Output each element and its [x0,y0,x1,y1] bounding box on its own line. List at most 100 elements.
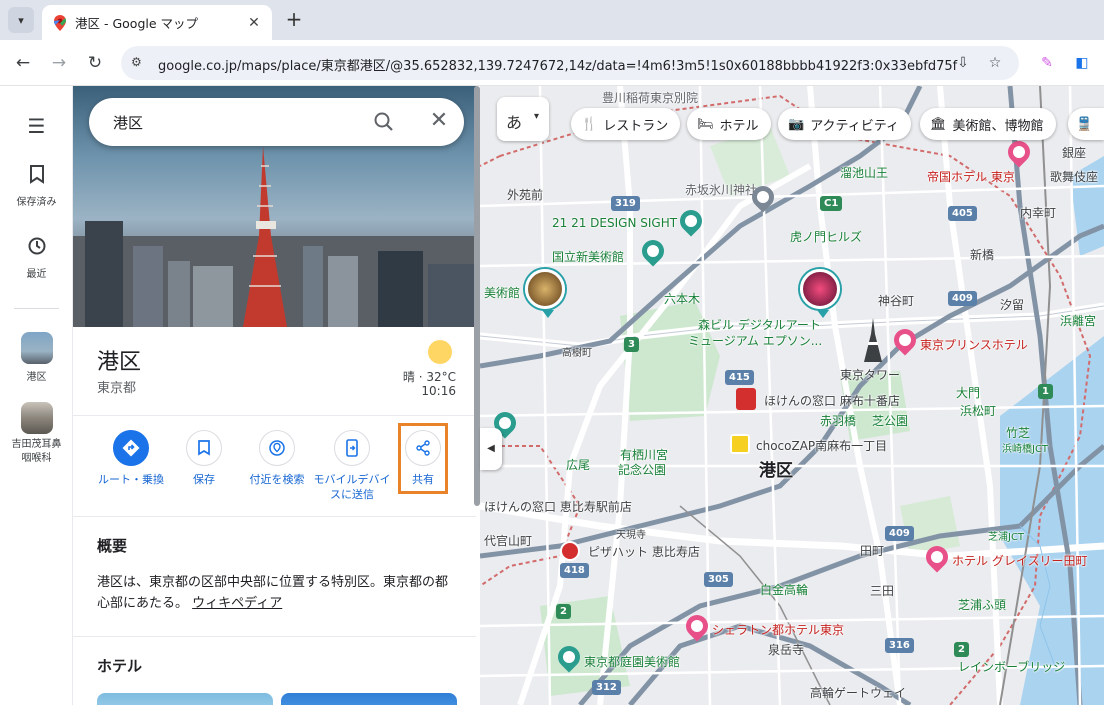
map-label[interactable]: chocoZAP南麻布一丁目 [756,437,887,454]
map-label[interactable]: ホテル グレイスリー田町 [952,552,1087,569]
rail-recent-place-1[interactable]: 港区 [0,332,73,383]
menu-button[interactable]: ☰ [0,114,73,142]
tab-strip: ▾ 港区 - Google マップ ✕ + [0,0,1104,40]
back-button[interactable]: ← [9,49,37,77]
nearby-pin-icon [259,430,295,466]
new-tab-button[interactable]: + [283,8,305,30]
map-label[interactable]: 代官山町 [484,532,532,549]
map-label[interactable]: 豊川稲荷東京別院 [602,89,698,106]
map-label[interactable]: 東京タワー [840,366,900,383]
map-label[interactable]: 高樹町 [562,344,592,359]
map-canvas[interactable]: 319 C1 405 409 3 415 418 305 2 312 409 1… [480,86,1104,705]
map-label[interactable]: 高輪ゲートウェイ [810,684,906,701]
url-text: google.co.jp/maps/place/東京都港区/@35.652832… [158,59,958,74]
map-label[interactable]: 浜松町 [960,402,996,419]
photo-pin-icon[interactable] [525,269,565,318]
restaurant-marker-icon[interactable] [560,541,580,561]
extension-g-icon[interactable]: ◧ [1072,53,1092,73]
map-label[interactable]: 広尾 [566,456,590,473]
map-label[interactable]: 大門 [956,384,980,401]
map-label[interactable]: 東京都庭園美術館 [584,653,680,670]
route-number: 1 [1038,384,1053,399]
map-label[interactable]: 田町 [860,542,884,559]
map-label[interactable]: ほけんの窓口 麻布十番店 [764,392,900,409]
browser-tab[interactable]: 港区 - Google マップ ✕ [42,5,272,40]
map-label[interactable]: 竹芝 [1006,424,1030,441]
fork-knife-icon: 🍴 [581,116,598,132]
forward-button[interactable]: → [45,49,73,77]
map-label[interactable]: ほけんの窓口 恵比寿駅前店 [484,498,632,515]
directions-button[interactable]: ルート・乗換 [91,430,171,487]
store-marker-icon[interactable] [736,388,756,410]
map-label[interactable]: 天現寺 [616,526,646,541]
address-bar[interactable]: ⚙ google.co.jp/maps/place/東京都港区/@35.6528… [121,46,1019,80]
map-label[interactable]: 溜池山王 [840,164,888,181]
search-box[interactable]: 港区 ✕ [89,98,464,146]
rail-saved[interactable]: 保存済み [0,164,73,208]
extension-icon[interactable]: ✎ [1037,53,1057,73]
chip-hotels[interactable]: 🛏 ホテル [687,108,771,140]
save-button[interactable]: 保存 [164,430,244,487]
map-label[interactable]: 白金高輪 [760,581,808,598]
rail-recent[interactable]: 最近 [0,236,73,280]
chip-activities-label: アクティビティ [810,118,899,134]
map-label[interactable]: 赤羽橋 [820,412,856,429]
wikipedia-link[interactable]: ウィキペディア [192,596,282,611]
map-label[interactable]: 21 21 DESIGN SIGHT [552,216,677,230]
map-label[interactable]: 汐留 [1000,296,1024,313]
save-label: 保存 [193,473,215,486]
hamburger-icon: ☰ [27,114,46,138]
gym-marker-icon[interactable] [730,434,750,454]
map-label[interactable]: 泉岳寺 [768,641,804,658]
map-label[interactable]: 虎ノ門ヒルズ [790,228,862,245]
collapse-panel-button[interactable]: ◀ [480,428,502,470]
rail-recent-place-2[interactable]: 吉田茂耳鼻咽喉科 [0,402,73,466]
map-label[interactable]: 美術館 [484,284,520,301]
map-label[interactable]: 森ビル デジタルアート [698,316,821,333]
map-label[interactable]: シェラトン都ホテル東京 [712,621,844,638]
input-tools-button[interactable]: あ ▾ [497,97,549,141]
chip-museums[interactable]: 🏛 美術館、博物館 [920,108,1056,140]
site-info-icon[interactable]: ⚙ [131,55,147,71]
chip-restaurants[interactable]: 🍴 レストラン [571,108,681,140]
map-label[interactable]: 帝国ホテル 東京 [927,168,1015,185]
map-label[interactable]: 芝浦JCT [988,528,1024,543]
map-label[interactable]: 新橋 [970,246,994,263]
map-label[interactable]: ミュージアム エプソン... [688,332,822,349]
bookmark-star-icon[interactable]: ☆ [985,53,1005,73]
tab-search-button[interactable]: ▾ [8,7,34,33]
map-label[interactable]: 記念公園 [618,461,666,478]
map-label[interactable]: 東京プリンスホテル [920,336,1028,353]
chip-activities[interactable]: 📷 アクティビティ [778,108,911,140]
hotel-card[interactable] [281,693,457,705]
map-label[interactable]: 三田 [870,582,894,599]
map-label[interactable]: 芝浦ふ頭 [958,596,1006,613]
reload-button[interactable]: ↻ [81,49,109,77]
route-number: 415 [725,370,754,385]
map-label[interactable]: 浜崎橋JCT [1002,440,1048,455]
map-label[interactable]: ピザハット 恵比寿店 [588,543,700,560]
install-app-icon[interactable]: ⇩ [953,53,973,73]
send-to-phone-button[interactable]: モバイルデバイスに送信 [310,430,394,502]
chip-transit[interactable]: 🚆 [1068,108,1104,140]
nearby-button[interactable]: 付近を検索 [237,430,317,487]
map-label[interactable]: 浜離宮 [1060,312,1096,329]
map-label[interactable]: 歌舞伎座 [1050,168,1098,185]
map-label[interactable]: 芝公園 [872,412,908,429]
search-icon[interactable] [372,110,396,134]
hotel-card[interactable] [97,693,273,705]
route-number: 2 [954,642,969,657]
overview-heading: 概要 [97,537,128,555]
map-label[interactable]: 六本木 [664,290,700,307]
photo-pin-icon[interactable] [800,269,840,318]
map-label[interactable]: 神谷町 [878,292,914,309]
tab-close-icon[interactable]: ✕ [244,13,264,33]
map-label[interactable]: レインボーブリッジ [958,658,1065,675]
clear-search-icon[interactable]: ✕ [427,109,451,133]
map-label[interactable]: 国立新美術館 [552,248,624,265]
place-thumbnail [20,332,53,364]
map-label[interactable]: 内幸町 [1020,204,1056,221]
map-label[interactable]: 銀座 [1062,144,1086,161]
map-label[interactable]: 赤坂氷川神社 [685,181,757,198]
map-label[interactable]: 外苑前 [507,186,543,203]
